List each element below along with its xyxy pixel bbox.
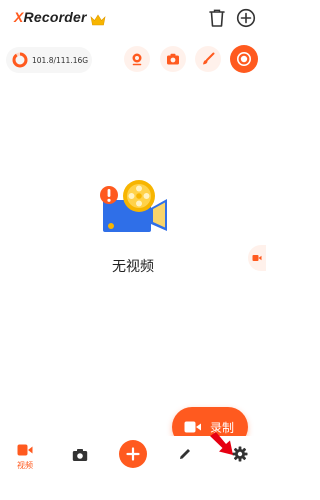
video-icon <box>252 255 262 261</box>
app-logo: XRecorder <box>14 9 87 25</box>
storage-ring-icon <box>12 52 28 68</box>
record-toggle-button[interactable] <box>230 45 258 73</box>
brush-button[interactable] <box>195 46 221 72</box>
record-icon <box>237 52 251 66</box>
webcam-icon <box>132 53 142 66</box>
annotation-arrow-icon <box>208 430 238 462</box>
nav-tab-screenshots[interactable] <box>72 447 88 466</box>
nav-tab-videos-label: 视频 <box>17 461 33 470</box>
add-circle-icon[interactable] <box>236 8 256 32</box>
plus-icon <box>126 447 140 461</box>
video-camera-icon <box>184 421 201 433</box>
empty-illustration <box>95 178 177 242</box>
camera-icon <box>167 53 179 65</box>
screenshot-button[interactable] <box>160 46 186 72</box>
empty-state-message: 无视频 <box>112 259 154 275</box>
pencil-icon <box>180 449 190 459</box>
logo-accent: X <box>14 9 24 25</box>
crown-icon[interactable] <box>90 11 106 30</box>
nav-tab-edit[interactable] <box>178 446 192 465</box>
camera-icon <box>72 449 88 461</box>
storage-text: 101.8/111.16G <box>32 55 89 65</box>
storage-indicator[interactable]: 101.8/111.16G <box>6 47 92 73</box>
add-button[interactable] <box>119 440 147 468</box>
video-icon <box>17 444 33 456</box>
nav-tab-videos[interactable]: 视频 <box>14 441 36 471</box>
webcam-button[interactable] <box>124 46 150 72</box>
logo-text: Recorder <box>23 9 87 25</box>
trash-icon[interactable] <box>208 8 226 32</box>
brush-icon <box>203 52 215 65</box>
